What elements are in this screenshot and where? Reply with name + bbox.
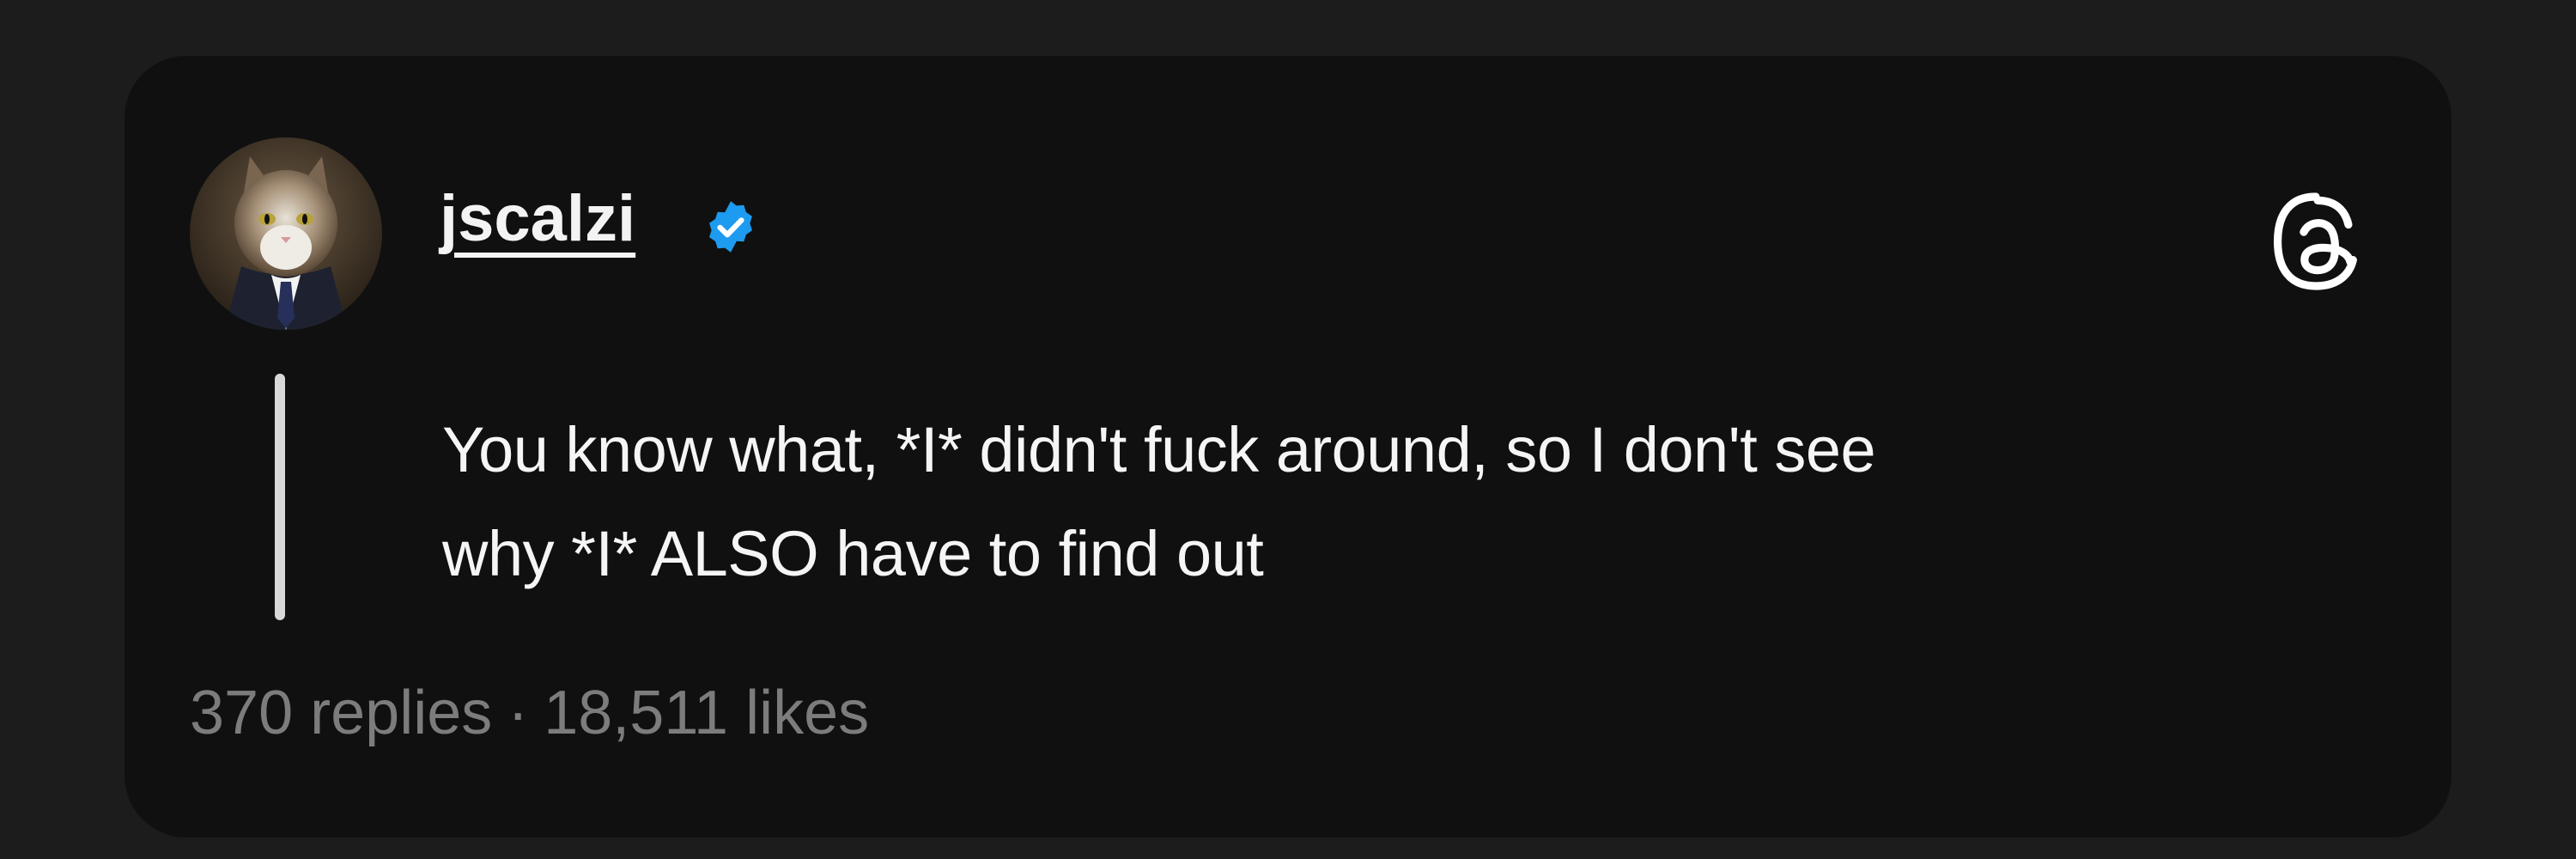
post-text-line: why *I* ALSO have to find out [442,518,1264,589]
verified-badge-icon [709,201,752,253]
likes-count[interactable]: 18,511 likes [544,679,869,747]
avatar-image [190,137,382,330]
post-text-line: You know what, *I* didn't fuck around, s… [442,414,1876,485]
post-stats: 370 replies · 18,511 likes [190,670,869,757]
avatar[interactable] [190,137,382,330]
stats-separator: · [507,679,529,747]
threads-logo-icon[interactable] [2271,192,2360,291]
post-text: You know what, *I* didn't fuck around, s… [442,398,2417,606]
replies-count[interactable]: 370 replies [190,679,492,747]
post-card: jscalzi You know what, *I* didn't fuck a… [125,56,2451,838]
thread-line [275,374,285,620]
username-link[interactable]: jscalzi [440,186,635,252]
